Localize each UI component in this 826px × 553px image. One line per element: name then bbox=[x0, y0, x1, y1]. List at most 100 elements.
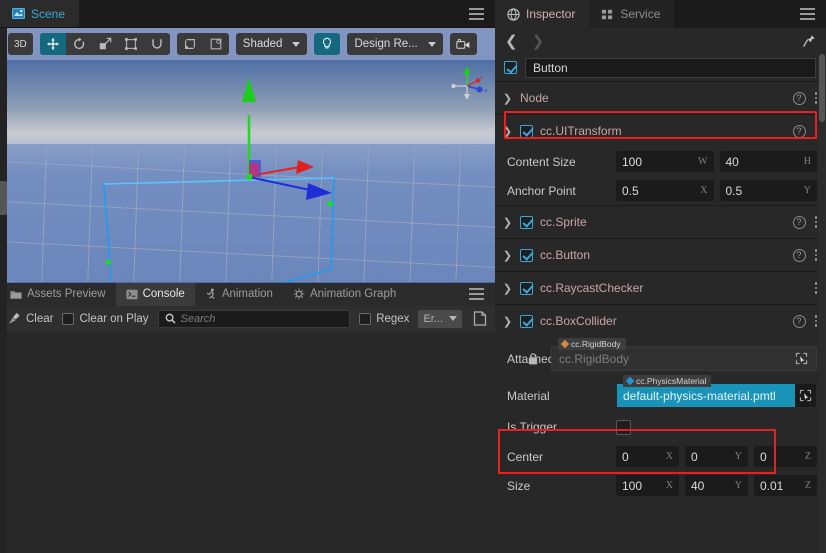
attached-object-slot[interactable]: cc.RigidBody cc.RigidBody bbox=[551, 338, 817, 371]
tab-scene[interactable]: Scene bbox=[0, 0, 80, 27]
inspector-scrollbar-thumb[interactable] bbox=[819, 54, 825, 122]
component-enabled-checkbox[interactable] bbox=[520, 248, 533, 262]
tab-console[interactable]: Console bbox=[115, 282, 195, 306]
rect-transform-tool[interactable] bbox=[118, 33, 144, 55]
tab-animation-graph[interactable]: Animation Graph bbox=[283, 283, 406, 306]
editor-window: Scene 3D Shaded Design Re... -z x Assets… bbox=[0, 0, 826, 553]
center-z-input[interactable]: 0 Z bbox=[754, 446, 817, 467]
axis-gizmo[interactable]: -z x bbox=[447, 66, 487, 102]
mode-3d-button[interactable]: 3D bbox=[8, 33, 33, 55]
component-menu-icon[interactable] bbox=[814, 315, 817, 327]
svg-text:-z: -z bbox=[483, 88, 487, 94]
regex-checkbox[interactable] bbox=[359, 312, 372, 325]
rotate-tool[interactable] bbox=[66, 33, 92, 55]
chevron-right-icon[interactable]: ❯ bbox=[502, 216, 513, 229]
tab-inspector[interactable]: Inspector bbox=[495, 0, 590, 28]
component-enabled-checkbox[interactable] bbox=[520, 124, 533, 138]
component-menu-icon[interactable] bbox=[814, 249, 817, 261]
console-search-box[interactable] bbox=[157, 309, 351, 328]
chevron-right-icon[interactable]: ❯ bbox=[532, 34, 545, 49]
component-menu-icon[interactable] bbox=[814, 125, 817, 137]
tab-service[interactable]: Service bbox=[589, 0, 675, 28]
document-icon bbox=[473, 311, 487, 326]
chevron-down-icon[interactable]: ❯ bbox=[502, 315, 513, 328]
chevron-right-icon[interactable]: ❯ bbox=[502, 92, 513, 105]
console-regex-toggle[interactable]: Regex bbox=[359, 312, 409, 325]
component-enabled-checkbox[interactable] bbox=[520, 314, 533, 328]
console-search-input[interactable] bbox=[180, 312, 344, 325]
console-clear-button[interactable]: Clear bbox=[8, 312, 53, 325]
help-icon[interactable]: ? bbox=[792, 314, 806, 328]
component-cc-uitransform[interactable]: ❯ cc.UITransform ? bbox=[495, 114, 826, 147]
shading-mode-value: Shaded bbox=[242, 38, 283, 50]
camera-icon bbox=[456, 38, 470, 49]
component-enabled-checkbox[interactable] bbox=[520, 215, 533, 229]
component-cc-sprite[interactable]: ❯ cc.Sprite ? bbox=[495, 205, 826, 238]
component-menu-icon[interactable] bbox=[814, 216, 817, 228]
material-label: Material bbox=[507, 388, 550, 403]
chevron-left-icon[interactable]: ❮ bbox=[505, 34, 518, 49]
content-size-width-input[interactable]: 100 W bbox=[616, 151, 714, 172]
help-icon[interactable]: ? bbox=[792, 91, 806, 105]
anchor-point-y-input[interactable]: 0.5 Y bbox=[719, 180, 817, 201]
global-local-icon[interactable] bbox=[203, 33, 229, 55]
move-tool[interactable] bbox=[39, 33, 66, 55]
material-asset-slot[interactable]: cc.PhysicsMaterial default-physics-mater… bbox=[616, 375, 817, 408]
component-menu-icon[interactable] bbox=[814, 282, 817, 294]
tab-assets-preview[interactable]: Assets Preview bbox=[0, 283, 116, 306]
console-level-filter[interactable]: Er... bbox=[418, 309, 462, 328]
help-icon[interactable]: ? bbox=[792, 124, 806, 138]
folder-icon bbox=[10, 289, 22, 300]
pin-icon[interactable] bbox=[802, 34, 816, 48]
component-menu-icon[interactable] bbox=[814, 92, 817, 104]
magnet-tool[interactable] bbox=[144, 33, 170, 55]
diamond-icon bbox=[625, 376, 635, 386]
select-node-icon[interactable] bbox=[791, 347, 812, 370]
camera-button[interactable] bbox=[449, 33, 477, 55]
chevron-down-icon[interactable]: ❯ bbox=[502, 125, 513, 138]
axis-label-y: Y bbox=[803, 185, 811, 196]
component-cc-boxcollider[interactable]: ❯ cc.BoxCollider ? bbox=[495, 304, 826, 337]
content-size-height-input[interactable]: 40 H bbox=[719, 151, 817, 172]
scene-menu-button[interactable] bbox=[465, 0, 495, 27]
clear-on-play-checkbox[interactable] bbox=[62, 312, 75, 325]
component-node[interactable]: ❯ Node ? bbox=[495, 81, 826, 114]
component-cc-raycastchecker[interactable]: ❯ cc.RaycastChecker bbox=[495, 271, 826, 304]
help-icon[interactable]: ? bbox=[792, 215, 806, 229]
console-output-area[interactable] bbox=[0, 331, 495, 553]
center-y-input[interactable]: 0 Y bbox=[685, 446, 748, 467]
chevron-right-icon[interactable]: ❯ bbox=[502, 249, 513, 262]
inspector-menu-button[interactable] bbox=[796, 0, 826, 28]
console-clear-on-play-toggle[interactable]: Clear on Play bbox=[62, 312, 149, 325]
component-cc-button[interactable]: ❯ cc.Button ? bbox=[495, 238, 826, 271]
axis-label-y: Y bbox=[734, 451, 742, 462]
node-name-input[interactable]: Button bbox=[525, 57, 816, 78]
chevron-right-icon[interactable]: ❯ bbox=[502, 282, 513, 295]
size-y-input[interactable]: 40 Y bbox=[685, 475, 748, 496]
console-log-file-button[interactable] bbox=[473, 311, 487, 326]
select-asset-icon[interactable] bbox=[795, 384, 816, 407]
panel-resize-grip[interactable] bbox=[0, 181, 7, 215]
shading-mode-select[interactable]: Shaded bbox=[235, 33, 308, 55]
component-enabled-checkbox[interactable] bbox=[520, 281, 533, 295]
is-trigger-label: Is Trigger bbox=[507, 420, 558, 434]
is-trigger-checkbox[interactable] bbox=[616, 419, 631, 435]
scene-viewport[interactable]: -z x bbox=[0, 60, 495, 282]
inspector-scrollbar[interactable] bbox=[818, 54, 826, 553]
node-enabled-checkbox[interactable] bbox=[504, 61, 517, 74]
pivot-icon[interactable] bbox=[177, 33, 203, 55]
design-resolution-select[interactable]: Design Re... bbox=[347, 33, 443, 55]
chevron-down-icon bbox=[449, 316, 457, 321]
anchor-point-x-input[interactable]: 0.5 X bbox=[616, 180, 714, 201]
scale-tool[interactable] bbox=[92, 33, 118, 55]
animation-graph-icon bbox=[293, 288, 305, 300]
property-size: Size 100 X 40 Y 0.01 Z bbox=[495, 471, 826, 500]
component-cc-uitransform-label: cc.UITransform bbox=[540, 124, 622, 138]
light-toggle-button[interactable] bbox=[314, 33, 341, 55]
size-x-input[interactable]: 100 X bbox=[616, 475, 679, 496]
help-icon[interactable]: ? bbox=[792, 248, 806, 262]
center-x-input[interactable]: 0 X bbox=[616, 446, 679, 467]
bottom-panel-menu-button[interactable] bbox=[465, 283, 495, 306]
size-z-input[interactable]: 0.01 Z bbox=[754, 475, 817, 496]
tab-animation[interactable]: Animation bbox=[195, 283, 283, 306]
